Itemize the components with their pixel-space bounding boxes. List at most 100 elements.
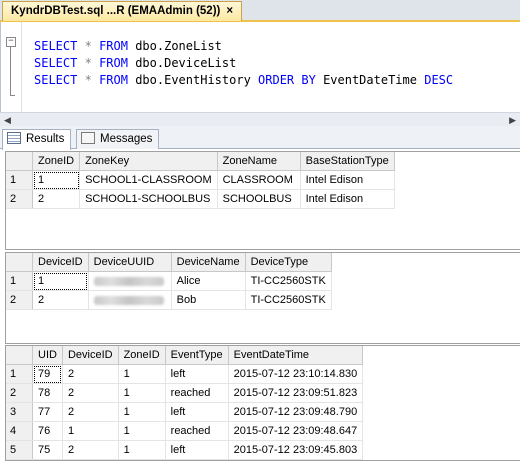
editor-horizontal-scrollbar[interactable]: ◀ ▶ xyxy=(0,112,520,127)
column-header[interactable]: EventType xyxy=(165,346,229,365)
grid-cell[interactable]: 79 xyxy=(32,364,63,384)
grid-cell[interactable]: 1 xyxy=(118,402,166,422)
grid-cell[interactable]: left xyxy=(165,364,229,384)
grid-cell[interactable]: Intel Edison xyxy=(300,170,395,190)
grid-cell[interactable]: 1 xyxy=(32,271,89,291)
outline-line xyxy=(10,47,11,95)
table-row[interactable]: 2 2 Bob TI-CC2560STK xyxy=(6,290,332,310)
query-editor[interactable]: − SELECT * FROM dbo.ZoneList SELECT * FRO… xyxy=(0,22,520,112)
grid-cell[interactable]: 1 xyxy=(118,421,166,441)
results-tab-strip: Results Messages xyxy=(0,126,520,150)
grid-cell[interactable]: 2015-07-12 23:09:48.790 xyxy=(228,402,364,422)
collapse-outline-icon[interactable]: − xyxy=(6,37,16,47)
code-line-2: SELECT * FROM dbo.DeviceList xyxy=(34,56,237,70)
grid-cell[interactable]: CLASSROOM xyxy=(217,170,301,190)
devicelist-results-grid[interactable]: DeviceID DeviceUUID DeviceName DeviceTyp… xyxy=(5,252,520,344)
scroll-left-icon[interactable]: ◀ xyxy=(4,115,11,126)
table-row[interactable]: 3 77 2 1 left 2015-07-12 23:09:48.790 xyxy=(6,402,364,422)
document-tab-title: KyndrDBTest.sql ...R (EMAAdmin (52)) xyxy=(11,5,221,17)
messages-icon xyxy=(81,131,95,144)
document-tab[interactable]: KyndrDBTest.sql ...R (EMAAdmin (52)) × xyxy=(2,1,243,21)
grid-icon xyxy=(7,131,21,144)
table-row[interactable]: 2 2 SCHOOL1-SCHOOLBUS SCHOOLBUS Intel Ed… xyxy=(6,189,395,209)
table-row[interactable]: 1 79 2 1 left 2015-07-12 23:10:14.830 xyxy=(6,364,364,384)
grid-cell[interactable]: 1 xyxy=(32,170,81,190)
grid-cell-redacted[interactable] xyxy=(88,271,172,291)
column-header[interactable]: EventDateTime xyxy=(228,346,364,365)
column-header[interactable]: DeviceType xyxy=(245,253,332,272)
table-row[interactable]: 2 78 2 1 reached 2015-07-12 23:09:51.823 xyxy=(6,383,364,403)
grid-cell[interactable]: 2 xyxy=(62,440,119,460)
row-number[interactable]: 5 xyxy=(6,440,33,460)
grid-cell[interactable]: 2015-07-12 23:09:51.823 xyxy=(228,383,364,403)
column-header[interactable]: ZoneKey xyxy=(79,152,218,171)
row-number[interactable]: 2 xyxy=(6,290,33,310)
column-header[interactable]: DeviceID xyxy=(62,346,119,365)
grid-cell[interactable]: SCHOOL1-SCHOOLBUS xyxy=(79,189,218,209)
grid-cell[interactable]: 76 xyxy=(32,421,63,441)
zonelist-results-grid[interactable]: ZoneID ZoneKey ZoneName BaseStationType … xyxy=(5,151,520,250)
column-header[interactable]: ZoneID xyxy=(32,152,81,171)
grid-cell[interactable]: left xyxy=(165,402,229,422)
grid-cell[interactable]: 2015-07-12 23:09:48.647 xyxy=(228,421,364,441)
table-row[interactable]: 1 1 SCHOOL1-CLASSROOM CLASSROOM Intel Ed… xyxy=(6,170,395,190)
grid-cell[interactable]: Intel Edison xyxy=(300,189,395,209)
tab-results-label: Results xyxy=(26,133,65,145)
grid-cell[interactable]: 75 xyxy=(32,440,63,460)
redacted-value xyxy=(93,295,164,305)
table-row[interactable]: 5 75 2 1 left 2015-07-12 23:09:45.803 xyxy=(6,440,364,460)
grid-cell[interactable]: SCHOOLBUS xyxy=(217,189,301,209)
row-number[interactable]: 2 xyxy=(6,383,33,403)
grid-cell[interactable]: reached xyxy=(165,383,229,403)
table-row[interactable]: 4 76 1 1 reached 2015-07-12 23:09:48.647 xyxy=(6,421,364,441)
column-header[interactable]: BaseStationType xyxy=(300,152,395,171)
grid-cell[interactable]: 1 xyxy=(118,383,166,403)
corner-cell[interactable] xyxy=(6,346,33,365)
column-header[interactable]: UID xyxy=(32,346,63,365)
column-header[interactable]: ZoneName xyxy=(217,152,301,171)
grid-cell[interactable]: TI-CC2560STK xyxy=(245,271,332,291)
grid-cell[interactable]: left xyxy=(165,440,229,460)
editor-gutter: − xyxy=(1,22,22,112)
eventhistory-results-grid[interactable]: UID DeviceID ZoneID EventType EventDateT… xyxy=(5,345,520,461)
column-header[interactable]: DeviceID xyxy=(32,253,89,272)
grid-cell[interactable]: 2 xyxy=(62,383,119,403)
grid-cell[interactable]: reached xyxy=(165,421,229,441)
scroll-right-icon[interactable]: ▶ xyxy=(509,115,516,126)
grid-cell[interactable]: 1 xyxy=(118,440,166,460)
grid-cell[interactable]: 2 xyxy=(62,402,119,422)
row-number[interactable]: 1 xyxy=(6,170,33,190)
corner-cell[interactable] xyxy=(6,253,33,272)
code-line-1: SELECT * FROM dbo.ZoneList xyxy=(34,39,222,53)
tab-messages[interactable]: Messages xyxy=(76,129,160,149)
grid-cell-redacted[interactable] xyxy=(88,290,172,310)
sql-code[interactable]: SELECT * FROM dbo.ZoneList SELECT * FROM … xyxy=(34,38,453,89)
tab-results[interactable]: Results xyxy=(2,129,72,150)
grid-cell[interactable]: SCHOOL1-CLASSROOM xyxy=(79,170,218,190)
grid-cell[interactable]: 77 xyxy=(32,402,63,422)
code-line-3: SELECT * FROM dbo.EventHistory ORDER BY … xyxy=(34,73,454,87)
row-number[interactable]: 3 xyxy=(6,402,33,422)
grid-cell[interactable]: 1 xyxy=(118,364,166,384)
column-header[interactable]: DeviceUUID xyxy=(88,253,172,272)
row-number[interactable]: 2 xyxy=(6,189,33,209)
grid-cell[interactable]: 2015-07-12 23:10:14.830 xyxy=(228,364,364,384)
outline-line-end xyxy=(10,95,15,96)
table-row[interactable]: 1 1 Alice TI-CC2560STK xyxy=(6,271,332,291)
row-number[interactable]: 4 xyxy=(6,421,33,441)
grid-cell[interactable]: Alice xyxy=(171,271,246,291)
grid-cell[interactable]: 2 xyxy=(62,364,119,384)
corner-cell[interactable] xyxy=(6,152,33,171)
close-tab-icon[interactable]: × xyxy=(226,5,233,17)
grid-cell[interactable]: TI-CC2560STK xyxy=(245,290,332,310)
grid-cell[interactable]: 78 xyxy=(32,383,63,403)
row-number[interactable]: 1 xyxy=(6,271,33,291)
grid-cell[interactable]: 1 xyxy=(62,421,119,441)
column-header[interactable]: ZoneID xyxy=(118,346,166,365)
grid-cell[interactable]: Bob xyxy=(171,290,246,310)
grid-cell[interactable]: 2 xyxy=(32,189,81,209)
column-header[interactable]: DeviceName xyxy=(171,253,246,272)
grid-cell[interactable]: 2015-07-12 23:09:45.803 xyxy=(228,440,364,460)
grid-cell[interactable]: 2 xyxy=(32,290,89,310)
row-number[interactable]: 1 xyxy=(6,364,33,384)
